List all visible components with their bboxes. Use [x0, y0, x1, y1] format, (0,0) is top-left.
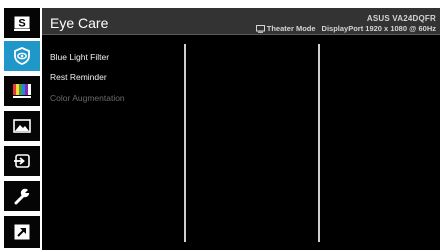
input-arrow-icon: [14, 154, 30, 168]
sidebar-item-input-select[interactable]: [4, 146, 40, 176]
sidebar-item-color[interactable]: [4, 76, 40, 106]
sidebar-item-system-setup[interactable]: [4, 181, 40, 211]
menu-item-rest-reminder[interactable]: Rest Reminder: [50, 72, 107, 82]
eye-icon: [14, 47, 30, 65]
input-info: DisplayPort 1920 x 1080 @ 60Hz: [321, 24, 436, 33]
menu-item-color-augmentation: Color Augmentation: [50, 93, 125, 103]
landscape-image-icon: [13, 119, 31, 133]
column-divider: [184, 44, 186, 242]
panel-header: Eye Care ASUS VA24DQFR Theater Mode Disp…: [42, 8, 440, 35]
mode-label: Theater Mode: [266, 24, 316, 33]
splendid-s-icon: S: [14, 16, 30, 31]
model-name: ASUS VA24DQFR: [366, 14, 436, 23]
sidebar-item-shortcut[interactable]: [4, 216, 40, 248]
sidebar-item-image[interactable]: [4, 111, 40, 141]
osd-menu: S Eye Care ASUS VA24DQFR Theater Mode Di…: [0, 0, 440, 252]
menu-item-blue-light-filter[interactable]: Blue Light Filter: [50, 52, 109, 62]
wrench-icon: [14, 188, 30, 205]
sidebar: S: [4, 8, 40, 250]
sidebar-item-splendid[interactable]: S: [4, 8, 40, 38]
color-bars-icon: [13, 84, 31, 98]
page-title: Eye Care: [50, 15, 109, 31]
sidebar-item-eye-care[interactable]: [4, 41, 40, 71]
settings-panel: Eye Care ASUS VA24DQFR Theater Mode Disp…: [42, 8, 440, 250]
status-line: Theater Mode DisplayPort 1920 x 1080 @ 6…: [255, 24, 436, 33]
column-divider: [318, 44, 320, 242]
shortcut-arrow-icon: [14, 224, 30, 240]
svg-text:S: S: [18, 17, 25, 29]
monitor-icon: [255, 24, 265, 33]
